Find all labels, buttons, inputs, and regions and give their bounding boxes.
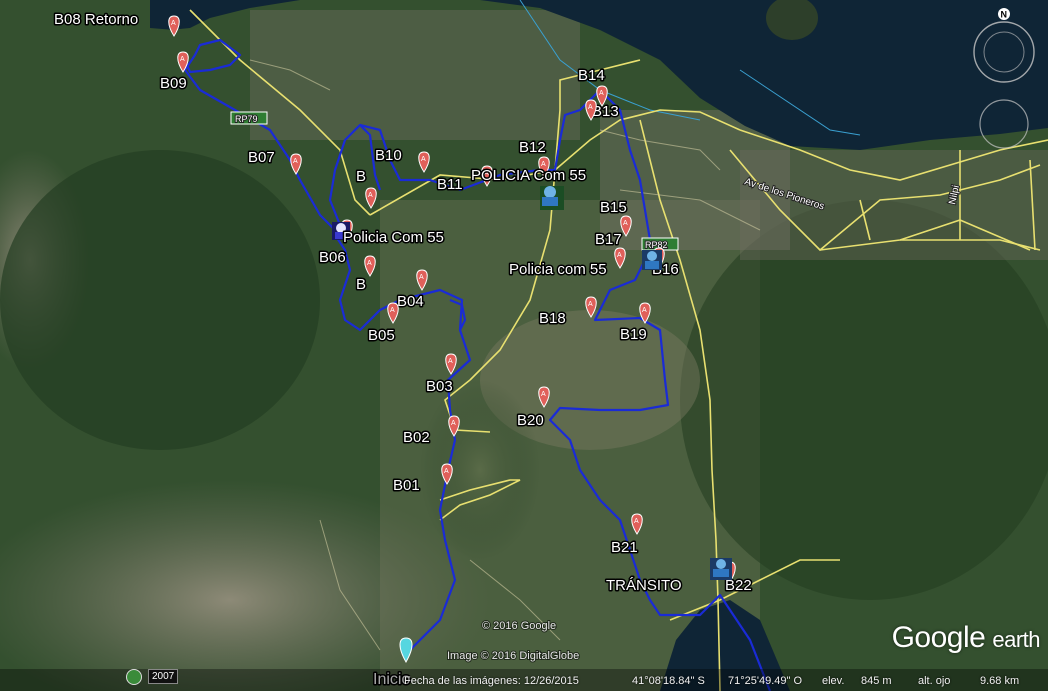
waypoint-label-b17: B17: [595, 231, 622, 248]
north-indicator[interactable]: N: [998, 8, 1010, 20]
svg-text:A: A: [451, 420, 456, 427]
waypoint-label-b11: B11: [437, 176, 463, 193]
police-icon[interactable]: [540, 186, 564, 210]
svg-text:N: N: [1001, 10, 1008, 20]
waypoint-label-b: B: [356, 168, 366, 185]
svg-text:A: A: [588, 104, 593, 111]
satellite-map[interactable]: RP79 RP82 Av de los Pioneros Nilpi AB08 …: [0, 0, 1048, 691]
map-viewport[interactable]: RP79 RP82 Av de los Pioneros Nilpi A B08 …: [0, 0, 1048, 691]
waypoint-label-b14: B14: [578, 67, 605, 84]
svg-text:A: A: [623, 220, 628, 227]
svg-text:A: A: [588, 301, 593, 308]
waypoint-label-b19: B19: [620, 326, 647, 343]
waypoint-label-b09: B09: [160, 75, 187, 92]
longitude: 71°25'49.49" O: [728, 675, 803, 687]
waypoint-label-b02: B02: [403, 429, 430, 446]
svg-text:A: A: [444, 468, 449, 475]
road-shield-rp79: RP79: [230, 111, 268, 125]
svg-text:A: A: [599, 90, 604, 97]
urban-area: [740, 150, 1048, 260]
copyright-google: © 2016 Google: [482, 620, 556, 632]
svg-text:A: A: [617, 252, 622, 259]
police-icon[interactable]: [642, 250, 662, 270]
look-control[interactable]: [979, 99, 1029, 149]
svg-text:A: A: [421, 156, 426, 163]
svg-text:A: A: [390, 307, 395, 314]
place-label-policia-3: Policia com 55: [509, 261, 607, 278]
place-label-policia-2: POLICIA Com 55: [471, 167, 586, 184]
svg-text:A: A: [448, 358, 453, 365]
svg-text:A: A: [642, 307, 647, 314]
waypoint-label-b01: B01: [393, 477, 420, 494]
google-earth-logo: Google earth: [891, 621, 1041, 654]
elevation-label: elev.: [822, 675, 845, 687]
waypoint-label-b10: B10: [375, 147, 402, 164]
svg-text:A: A: [541, 391, 546, 398]
svg-text:A: A: [634, 518, 639, 525]
compass-ring[interactable]: [973, 21, 1035, 83]
svg-text:A: A: [368, 192, 373, 199]
waypoint-label-b12: B12: [519, 139, 546, 156]
traffic-police-icon[interactable]: [710, 558, 732, 580]
waypoint-label-b18: B18: [539, 310, 566, 327]
eye-altitude-label: alt. ojo: [918, 675, 951, 687]
place-label-policia-1: Policia Com 55: [343, 229, 444, 246]
svg-text:A: A: [419, 274, 424, 281]
waypoint-label-b06: B06: [319, 249, 346, 266]
waypoint-label-b15: B15: [600, 199, 627, 216]
copyright-imagery: Image © 2016 DigitalGlobe: [447, 650, 579, 662]
forest-patch: [0, 150, 320, 450]
svg-text:RP79: RP79: [235, 114, 258, 124]
svg-text:A: A: [293, 158, 298, 165]
waypoint-label-b21: B21: [611, 539, 638, 556]
meadow: [420, 380, 540, 560]
historical-imagery-icon[interactable]: [126, 669, 142, 685]
svg-text:A: A: [367, 260, 372, 267]
svg-text:A: A: [171, 20, 176, 27]
waypoint-label-b2: B: [356, 276, 366, 293]
place-label-transito: TRÁNSITO: [606, 577, 682, 594]
imagery-date: Fecha de las imágenes: 12/26/2015: [404, 675, 579, 687]
imagery-year[interactable]: 2007: [148, 669, 179, 684]
svg-text:A: A: [180, 56, 185, 63]
elevation-value: 845 m: [861, 675, 892, 687]
eye-altitude-value: 9.68 km: [980, 675, 1020, 687]
waypoint-label-b03: B03: [426, 378, 453, 395]
waypoint-label-b05: B05: [368, 327, 395, 344]
waypoint-label-b20: B20: [517, 412, 544, 429]
navigation-controls[interactable]: N: [972, 8, 1036, 158]
waypoint-label-b07: B07: [248, 149, 275, 166]
waypoint-label-b08: B08 Retorno: [54, 11, 138, 28]
latitude: 41°08'18.84" S: [632, 675, 705, 687]
waypoint-label-b04: B04: [397, 293, 424, 310]
